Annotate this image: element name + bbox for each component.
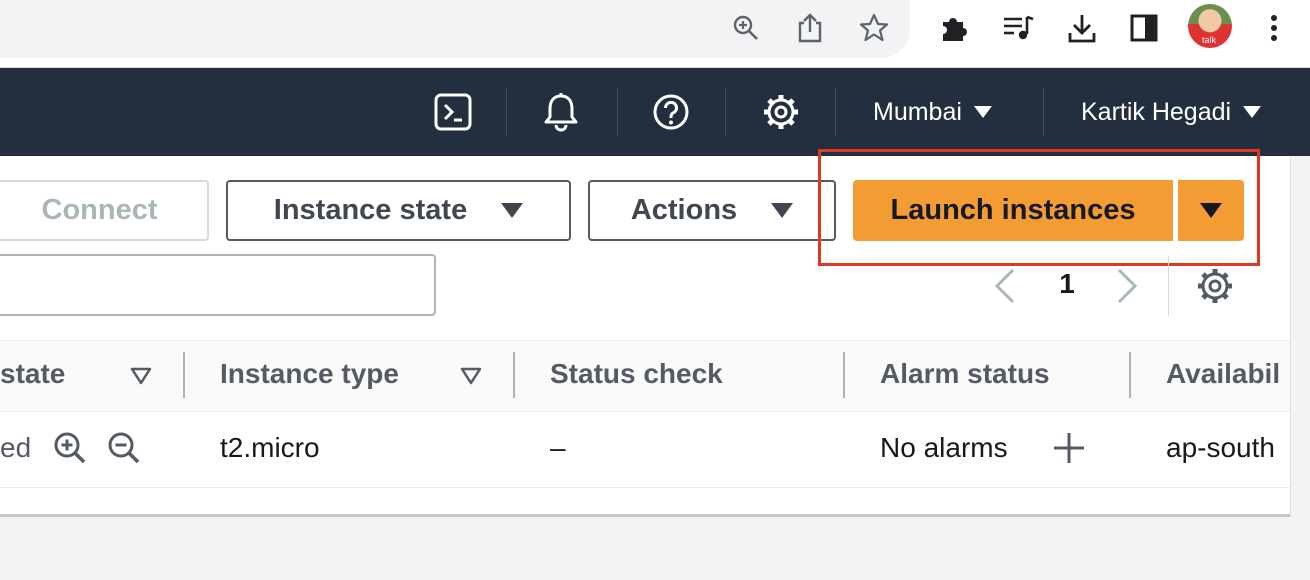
table-row[interactable] — [0, 412, 1290, 488]
more-menu-icon[interactable] — [1256, 10, 1292, 46]
cloudshell-icon[interactable] — [433, 90, 473, 134]
highlight-box — [818, 149, 1260, 266]
connect-label: Connect — [41, 194, 158, 226]
zoom-in-icon[interactable] — [52, 430, 88, 466]
nav-divider — [1043, 88, 1044, 136]
caret-down-icon — [771, 203, 794, 218]
profile-avatar[interactable]: talk — [1188, 4, 1232, 48]
actions-dropdown[interactable]: Actions — [588, 180, 836, 241]
column-divider[interactable] — [183, 352, 185, 398]
avatar-text: talk — [1202, 35, 1217, 45]
address-bar[interactable] — [0, 0, 910, 58]
column-header-status-check[interactable]: Status check — [550, 358, 723, 394]
sidepanel-icon[interactable] — [1126, 10, 1162, 46]
nav-divider — [506, 88, 507, 136]
column-divider[interactable] — [843, 352, 845, 398]
column-header-alarm-status[interactable]: Alarm status — [880, 358, 1050, 394]
previous-page-button[interactable] — [990, 266, 1020, 306]
sort-caret-icon[interactable] — [460, 366, 482, 386]
pagination-divider — [1168, 256, 1169, 316]
bookmark-star-icon[interactable] — [856, 10, 892, 46]
connect-button[interactable]: Connect — [0, 180, 209, 241]
cell-alarm-status: No alarms — [880, 432, 1008, 463]
notifications-icon[interactable] — [541, 90, 581, 134]
caret-down-icon — [1243, 106, 1262, 118]
zoom-out-icon[interactable] — [106, 430, 142, 466]
column-header-instance-type[interactable]: Instance type — [220, 358, 399, 394]
instance-state-dropdown[interactable]: Instance state — [226, 180, 571, 241]
instance-state-label: Instance state — [273, 194, 468, 226]
region-selector[interactable]: Mumbai — [873, 96, 992, 128]
caret-down-icon — [973, 106, 992, 118]
share-icon[interactable] — [792, 10, 828, 46]
search-input[interactable] — [0, 254, 436, 316]
cell-status-check: – — [550, 432, 566, 463]
current-page-number[interactable]: 1 — [1052, 268, 1082, 304]
nav-divider — [725, 88, 726, 136]
add-alarm-plus-icon[interactable] — [1051, 430, 1087, 466]
actions-label: Actions — [630, 194, 738, 226]
extensions-icon[interactable] — [936, 10, 972, 46]
settings-icon[interactable] — [761, 90, 801, 134]
download-icon[interactable] — [1064, 10, 1100, 46]
zoom-icon[interactable] — [728, 10, 764, 46]
cell-instance-type: t2.micro — [220, 432, 320, 463]
caret-down-icon — [501, 203, 524, 218]
column-header-availability-zone[interactable]: Availabil — [1166, 358, 1280, 394]
cell-availability-zone: ap-south — [1166, 432, 1275, 463]
sort-caret-icon[interactable] — [130, 366, 152, 386]
region-label: Mumbai — [873, 97, 962, 126]
preferences-gear-icon[interactable] — [1194, 265, 1236, 307]
column-divider[interactable] — [1129, 352, 1131, 398]
media-queue-icon[interactable] — [1000, 10, 1036, 46]
nav-divider — [835, 88, 836, 136]
column-header-state[interactable]: state — [0, 358, 65, 394]
aws-console-nav: Mumbai Kartik Hegadi — [0, 68, 1310, 156]
browser-toolbar: talk — [0, 0, 1310, 68]
cell-instance-state: ed — [0, 432, 32, 463]
help-icon[interactable] — [651, 90, 691, 134]
page-background — [0, 517, 1310, 580]
column-divider[interactable] — [513, 352, 515, 398]
next-page-button[interactable] — [1112, 266, 1142, 306]
account-label: Kartik Hegadi — [1081, 97, 1232, 126]
nav-divider — [617, 88, 618, 136]
account-menu[interactable]: Kartik Hegadi — [1081, 96, 1262, 128]
